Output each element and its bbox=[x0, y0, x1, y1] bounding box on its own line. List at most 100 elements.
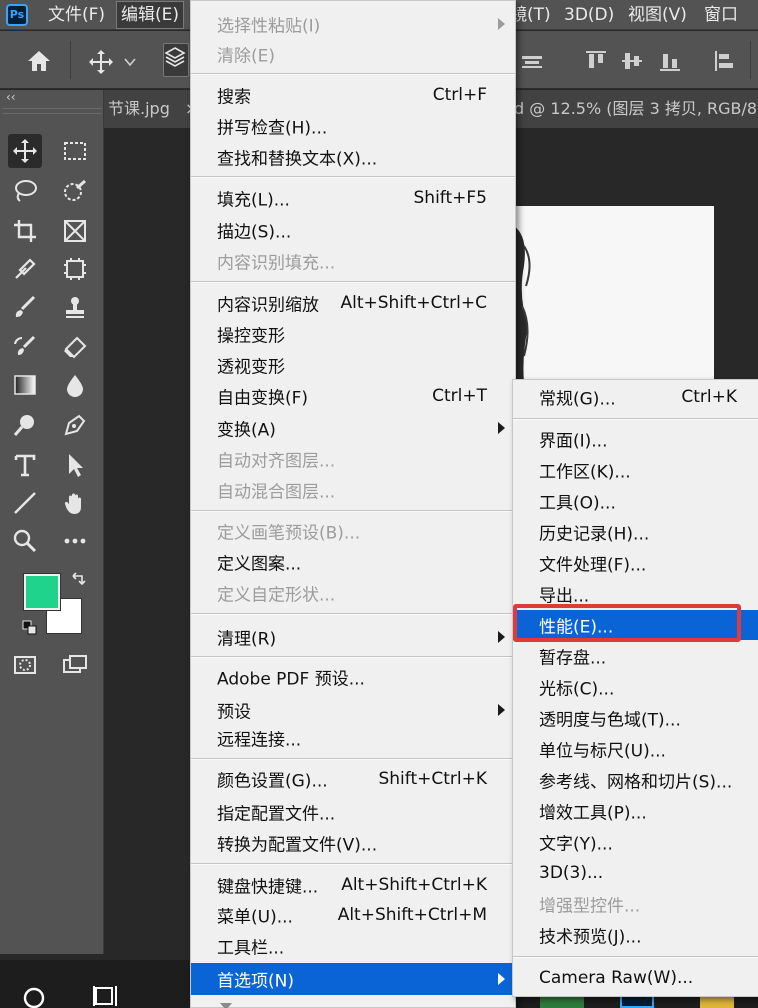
menu-item-remote-connections[interactable]: 远程连接... bbox=[191, 723, 515, 753]
menu-item-define-brush-preset[interactable]: 定义画笔预设(B)... bbox=[191, 516, 515, 546]
crop-tool-icon[interactable] bbox=[8, 214, 42, 248]
menu-item-content-aware-fill[interactable]: 内容识别填充... bbox=[191, 246, 515, 276]
menu-item-spell-check[interactable]: 拼写检查(H)... bbox=[191, 111, 515, 141]
submenu-arrow-icon bbox=[498, 631, 505, 643]
menu-item-search[interactable]: 搜索 Ctrl+F bbox=[191, 80, 515, 110]
submenu-item-transparency-gamut[interactable]: 透明度与色域(T)... bbox=[513, 703, 758, 733]
home-icon[interactable] bbox=[26, 49, 52, 76]
submenu-item-technology-previews[interactable]: 技术预览(J)... bbox=[513, 920, 758, 950]
eraser-icon[interactable] bbox=[58, 330, 92, 364]
frame-grid-icon[interactable] bbox=[58, 252, 92, 286]
menu-item-purge[interactable]: 清理(R) bbox=[191, 622, 515, 652]
align-vertical-center-icon[interactable] bbox=[620, 49, 644, 76]
zoom-tool-icon[interactable] bbox=[8, 524, 42, 558]
submenu-item-general[interactable]: 常规(G)... Ctrl+K bbox=[513, 382, 758, 412]
submenu-item-units-rulers[interactable]: 单位与标尺(U)... bbox=[513, 734, 758, 764]
menu-item-content-aware-scale[interactable]: 内容识别缩放 Alt+Shift+Ctrl+C bbox=[191, 288, 515, 318]
auto-select-layer-icon[interactable] bbox=[163, 43, 189, 77]
frame-tool-icon[interactable] bbox=[58, 214, 92, 248]
history-brush-icon[interactable] bbox=[8, 330, 42, 364]
align-left-icon[interactable] bbox=[712, 49, 736, 76]
search-circle-icon[interactable] bbox=[22, 986, 46, 1008]
align-top-icon[interactable] bbox=[584, 49, 608, 76]
scroll-down-icon[interactable] bbox=[219, 997, 233, 1008]
submenu-item-file-handling[interactable]: 文件处理(F)... bbox=[513, 548, 758, 578]
type-tool-icon[interactable] bbox=[8, 448, 42, 482]
menu-item-find-replace[interactable]: 查找和替换文本(X)... bbox=[191, 142, 515, 172]
screen-mode-icon[interactable] bbox=[58, 648, 92, 682]
gradient-tool-icon[interactable] bbox=[8, 368, 42, 402]
menu-item-menus[interactable]: 菜单(U)... Alt+Shift+Ctrl+M bbox=[191, 900, 515, 930]
menu-item-transform[interactable]: 变换(A) bbox=[191, 413, 515, 443]
submenu-item-guides-grid-slices[interactable]: 参考线、网格和切片(S)... bbox=[513, 765, 758, 795]
menu-item-paste-special[interactable]: 选择性粘贴(I) bbox=[191, 9, 515, 39]
menu-item-auto-align-layers[interactable]: 自动对齐图层... bbox=[191, 444, 515, 474]
menu-item-adobe-pdf-presets[interactable]: Adobe PDF 预设... bbox=[191, 662, 515, 692]
menu-item-toolbar[interactable]: 工具栏... bbox=[191, 931, 515, 961]
clone-stamp-icon[interactable] bbox=[58, 290, 92, 324]
align-icon[interactable] bbox=[520, 53, 544, 73]
hand-tool-icon[interactable] bbox=[58, 486, 92, 520]
menu-item-stroke[interactable]: 描边(S)... bbox=[191, 215, 515, 245]
eyedropper-icon[interactable] bbox=[8, 252, 42, 286]
submenu-item-enhanced-controls[interactable]: 增强型控件... bbox=[513, 889, 758, 919]
submenu-item-label: 暂存盘... bbox=[539, 648, 607, 669]
panel-grip[interactable] bbox=[2, 108, 102, 114]
menu-item-shortcut: Alt+Shift+Ctrl+M bbox=[337, 905, 487, 925]
move-tool-icon[interactable] bbox=[8, 134, 42, 168]
menu-item-preferences[interactable]: 首选项(N) bbox=[191, 963, 515, 995]
pen-tool-icon[interactable] bbox=[58, 408, 92, 442]
brush-tool-icon[interactable] bbox=[8, 290, 42, 324]
menu-item-color-settings[interactable]: 颜色设置(G)... Shift+Ctrl+K bbox=[191, 764, 515, 794]
default-colors-icon[interactable] bbox=[22, 620, 38, 640]
submenu-item-tools[interactable]: 工具(O)... bbox=[513, 486, 758, 516]
menu-file[interactable]: 文件(F) bbox=[44, 0, 109, 30]
chevron-down-icon[interactable] bbox=[124, 53, 136, 73]
rectangular-marquee-icon[interactable] bbox=[58, 134, 92, 168]
menu-item-puppet-warp[interactable]: 操控变形 bbox=[191, 319, 515, 349]
document-tab[interactable]: 节课.jpg × bbox=[108, 90, 198, 128]
submenu-item-type[interactable]: 文字(Y)... bbox=[513, 827, 758, 857]
submenu-item-interface[interactable]: 界面(I)... bbox=[513, 424, 758, 454]
submenu-item-history-log[interactable]: 历史记录(H)... bbox=[513, 517, 758, 547]
menu-window[interactable]: 窗口 bbox=[700, 0, 742, 30]
menu-item-clear[interactable]: 清除(E) bbox=[191, 39, 515, 69]
menu-item-presets[interactable]: 预设 bbox=[191, 695, 515, 725]
menu-item-shortcut: Shift+Ctrl+K bbox=[378, 769, 487, 789]
quick-selection-icon[interactable] bbox=[58, 174, 92, 208]
line-tool-icon[interactable] bbox=[8, 486, 42, 520]
foreground-color-swatch[interactable] bbox=[23, 573, 61, 611]
task-view-icon[interactable] bbox=[92, 984, 118, 1008]
menu-item-perspective-warp[interactable]: 透视变形 bbox=[191, 350, 515, 380]
menu-item-define-pattern[interactable]: 定义图案... bbox=[191, 547, 515, 577]
menu-3d[interactable]: 3D(D) bbox=[560, 0, 618, 30]
menu-item-label: 描边(S)... bbox=[217, 222, 292, 243]
menu-edit[interactable]: 编辑(E) bbox=[116, 1, 185, 29]
menu-view[interactable]: 视图(V) bbox=[624, 0, 691, 30]
lasso-tool-icon[interactable] bbox=[8, 174, 42, 208]
path-selection-icon[interactable] bbox=[58, 448, 92, 482]
menu-item-auto-blend-layers[interactable]: 自动混合图层... bbox=[191, 475, 515, 505]
align-bottom-icon[interactable] bbox=[658, 49, 682, 76]
quick-mask-icon[interactable] bbox=[8, 648, 42, 682]
menu-item-free-transform[interactable]: 自由变换(F) Ctrl+T bbox=[191, 381, 515, 411]
dodge-tool-icon[interactable] bbox=[8, 408, 42, 442]
menu-item-assign-profile[interactable]: 指定配置文件... bbox=[191, 797, 515, 827]
menu-item-fill[interactable]: 填充(L)... Shift+F5 bbox=[191, 183, 515, 213]
menu-item-define-custom-shape[interactable]: 定义自定形状... bbox=[191, 578, 515, 608]
submenu-item-plugins[interactable]: 增效工具(P)... bbox=[513, 796, 758, 826]
annotation-highlight-box bbox=[513, 604, 741, 642]
submenu-item-workspace[interactable]: 工作区(K)... bbox=[513, 455, 758, 485]
menu-item-convert-to-profile[interactable]: 转换为配置文件(V)... bbox=[191, 828, 515, 858]
swap-colors-icon[interactable] bbox=[70, 572, 88, 594]
move-tool-icon[interactable] bbox=[88, 49, 114, 78]
more-tools-icon[interactable] bbox=[58, 524, 92, 558]
submenu-item-scratch-disks[interactable]: 暂存盘... bbox=[513, 641, 758, 671]
submenu-item-camera-raw[interactable]: Camera Raw(W)... bbox=[513, 963, 758, 993]
document-tab-active[interactable]: d @ 12.5% (图层 3 拷贝, RGB/8 bbox=[514, 90, 757, 128]
submenu-item-cursors[interactable]: 光标(C)... bbox=[513, 672, 758, 702]
menu-item-keyboard-shortcuts[interactable]: 键盘快捷键... Alt+Shift+Ctrl+K bbox=[191, 870, 515, 900]
blur-tool-icon[interactable] bbox=[58, 368, 92, 402]
submenu-item-3d[interactable]: 3D(3)... bbox=[513, 858, 758, 888]
collapse-panel-icon[interactable]: ‹‹ bbox=[6, 90, 16, 104]
